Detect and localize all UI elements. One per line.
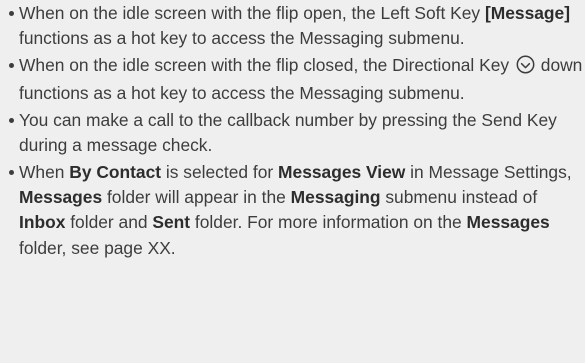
bold-term: Sent	[152, 212, 191, 233]
bullet-icon	[9, 11, 14, 16]
bullet-icon	[9, 63, 14, 68]
bullet-icon	[9, 118, 14, 123]
bold-term: Messages View	[278, 162, 406, 182]
tip-text: folder. For more information on the	[190, 212, 467, 233]
tip-text: When on the idle screen with the flip cl…	[19, 55, 514, 75]
tip-text: When on the idle screen with the flip op…	[19, 3, 485, 23]
bullet-icon	[9, 170, 14, 175]
tip-text: is selected for	[161, 162, 279, 182]
bold-term: Inbox	[19, 212, 66, 233]
directional-key-down-icon	[516, 55, 535, 81]
tip-text: folder and	[65, 212, 153, 233]
tip-text: folder will appear in the	[102, 187, 291, 208]
tip-item-by-contact: When By Contact is selected for Messages…	[9, 160, 585, 261]
bold-term: Messages	[19, 187, 103, 208]
tip-item-callback: You can make a call to the callback numb…	[9, 108, 585, 158]
bold-term: Messages	[466, 212, 550, 233]
tip-text: When	[19, 162, 70, 182]
tips-list: When on the idle screen with the flip op…	[0, 0, 585, 261]
tip-item-message-hotkey: When on the idle screen with the flip op…	[9, 1, 585, 51]
tip-text: You can make a call to the callback numb…	[19, 110, 557, 156]
bold-term: [Message]	[484, 3, 571, 23]
bold-term: Messaging	[290, 187, 381, 208]
tip-text: submenu instead of	[380, 187, 538, 208]
bold-term: By Contact	[69, 162, 162, 182]
tip-text: folder, see page XX.	[19, 237, 176, 258]
tip-text: functions as a hot key to access the Mes…	[19, 28, 465, 49]
tip-text: in Message Settings,	[405, 162, 572, 182]
tip-item-directional-hotkey: When on the idle screen with the flip cl…	[9, 53, 585, 106]
